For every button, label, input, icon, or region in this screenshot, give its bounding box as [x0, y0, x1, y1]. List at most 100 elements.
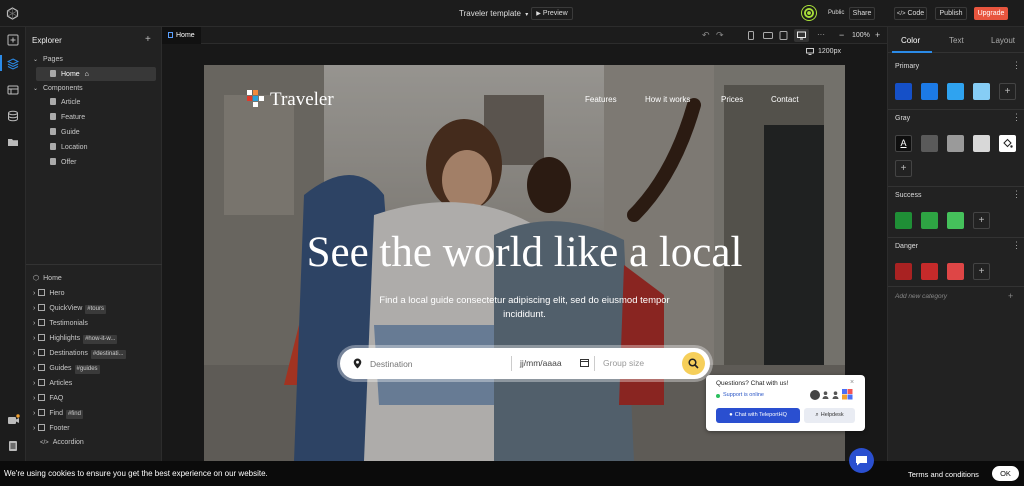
tablet-view-icon[interactable] [779, 31, 788, 40]
folder-icon[interactable] [7, 136, 19, 148]
site-logo-text[interactable]: Traveler [270, 89, 334, 111]
category-success-title: Success [895, 192, 922, 199]
layer-item[interactable]: › FAQ [33, 394, 63, 402]
color-swatch-primary[interactable] [895, 83, 912, 100]
more-options-icon[interactable]: ⋮ [1012, 240, 1021, 251]
components-icon[interactable] [7, 84, 19, 96]
date-input[interactable]: jj/mm/aaaa [520, 358, 562, 368]
color-swatch-primary[interactable] [973, 83, 990, 100]
add-color-button[interactable]: + [895, 160, 912, 177]
color-swatch-primary[interactable] [947, 83, 964, 100]
desktop-view-button[interactable] [794, 29, 809, 42]
layer-item[interactable]: › Footer [33, 424, 70, 432]
cookie-message: We're using cookies to ensure you get th… [4, 469, 268, 478]
color-swatch-background-default[interactable] [999, 135, 1016, 152]
chat-with-teleport-button[interactable]: ● Chat with TeleportHQ [716, 408, 800, 423]
zoom-out-icon[interactable]: − [839, 30, 844, 40]
layer-item-label: QuickView [49, 305, 83, 312]
more-options-icon[interactable]: ··· [817, 30, 825, 39]
layer-item[interactable]: › QuickView #tours [33, 304, 106, 314]
tablet-landscape-icon[interactable] [763, 31, 773, 40]
component-item[interactable]: Feature [50, 113, 85, 121]
close-icon[interactable]: × [850, 379, 854, 386]
tab-home[interactable]: Home [162, 27, 201, 44]
layer-item-label: Destinations [49, 350, 88, 357]
add-color-button[interactable]: + [973, 263, 990, 280]
nav-link-contact[interactable]: Contact [771, 95, 799, 104]
more-options-icon[interactable]: ⋮ [1012, 112, 1021, 123]
zoom-level[interactable]: 100% [852, 32, 870, 39]
more-options-icon[interactable]: ⋮ [1012, 60, 1021, 71]
color-swatch-primary[interactable] [921, 83, 938, 100]
layers-icon[interactable] [7, 58, 19, 70]
upgrade-button[interactable]: Upgrade [974, 7, 1008, 20]
teleport-logo-icon[interactable] [6, 7, 19, 20]
color-swatch-danger[interactable] [921, 263, 938, 280]
database-icon[interactable] [7, 110, 19, 122]
color-swatch-success[interactable] [895, 212, 912, 229]
tab-layout[interactable]: Layout [991, 36, 1015, 45]
color-swatch-success[interactable] [921, 212, 938, 229]
add-new-category-link[interactable]: Add new category [895, 293, 947, 300]
pages-section-toggle[interactable]: ⌄ Pages [33, 56, 63, 63]
zoom-in-icon[interactable]: + [875, 30, 880, 40]
layer-item[interactable]: › Hero [33, 289, 65, 297]
terms-link[interactable]: Terms and conditions [908, 470, 979, 479]
chat-launcher-button[interactable] [849, 448, 874, 473]
color-swatch-gray[interactable] [973, 135, 990, 152]
component-item[interactable]: Offer [50, 158, 76, 166]
group-size-input[interactable]: Group size [603, 358, 644, 368]
color-swatch-success[interactable] [947, 212, 964, 229]
add-element-icon[interactable] [7, 34, 19, 46]
more-options-icon[interactable]: ⋮ [1012, 189, 1021, 200]
user-icon [822, 391, 829, 399]
layer-item[interactable]: › Find #find [33, 409, 83, 419]
box-icon [38, 364, 46, 371]
color-swatch-gray[interactable] [947, 135, 964, 152]
nav-link-how-it-works[interactable]: How it works [645, 95, 690, 104]
share-button[interactable]: Share [849, 7, 875, 20]
project-title-dropdown[interactable]: Traveler template ▾ [459, 9, 528, 18]
color-swatch-text-default[interactable]: A [895, 135, 912, 152]
components-section-toggle[interactable]: ⌄ Components [33, 85, 83, 92]
layer-item[interactable]: › Guides #guides [33, 364, 100, 374]
add-category-icon[interactable]: + [1008, 291, 1013, 301]
tab-text[interactable]: Text [949, 36, 964, 45]
layer-item[interactable]: › Articles [33, 379, 72, 387]
code-button[interactable]: </> Code [894, 7, 927, 20]
layer-item[interactable]: </> Accordion [40, 439, 84, 446]
layer-item[interactable]: › Highlights #how-it-w... [33, 334, 118, 344]
preview-button[interactable]: ▶ Preview [531, 7, 573, 20]
cookie-ok-button[interactable]: OK [992, 466, 1019, 481]
undo-icon[interactable]: ↶ [702, 30, 710, 41]
notes-icon[interactable] [7, 440, 19, 452]
color-swatch-danger[interactable] [947, 263, 964, 280]
visibility-label[interactable]: Public [828, 10, 844, 16]
color-swatch-danger[interactable] [895, 263, 912, 280]
search-button[interactable] [682, 352, 705, 375]
canvas-area: Home ↶ ↷ ··· − 100% + 1200px Traveler Fe… [162, 27, 887, 461]
mobile-view-icon[interactable] [747, 31, 755, 40]
chevron-down-icon: ⌄ [33, 86, 39, 92]
video-icon[interactable] [7, 414, 20, 426]
destination-input[interactable] [370, 356, 490, 371]
component-item[interactable]: Article [50, 98, 80, 106]
nav-link-prices[interactable]: Prices [721, 95, 743, 104]
chat-widget: Questions? Chat with us! × Support is on… [706, 375, 865, 431]
add-color-button[interactable]: + [999, 83, 1016, 100]
nav-link-features[interactable]: Features [585, 95, 617, 104]
publish-button[interactable]: Publish [935, 7, 967, 20]
add-page-icon[interactable]: + [145, 34, 151, 45]
redo-icon[interactable]: ↷ [716, 30, 724, 41]
user-avatar[interactable] [802, 6, 816, 20]
layer-item[interactable]: › Testimonials [33, 319, 88, 327]
add-color-button[interactable]: + [973, 212, 990, 229]
layer-root-home[interactable]: ⬡ Home [33, 274, 62, 282]
calendar-icon[interactable] [580, 358, 589, 367]
layer-item[interactable]: › Destinations #destinati... [33, 349, 126, 359]
color-swatch-gray[interactable] [921, 135, 938, 152]
component-item[interactable]: Location [50, 143, 87, 151]
component-item[interactable]: Guide [50, 128, 80, 136]
tab-color[interactable]: Color [901, 36, 920, 45]
helpdesk-button[interactable]: ⌕ Helpdesk [804, 408, 855, 423]
